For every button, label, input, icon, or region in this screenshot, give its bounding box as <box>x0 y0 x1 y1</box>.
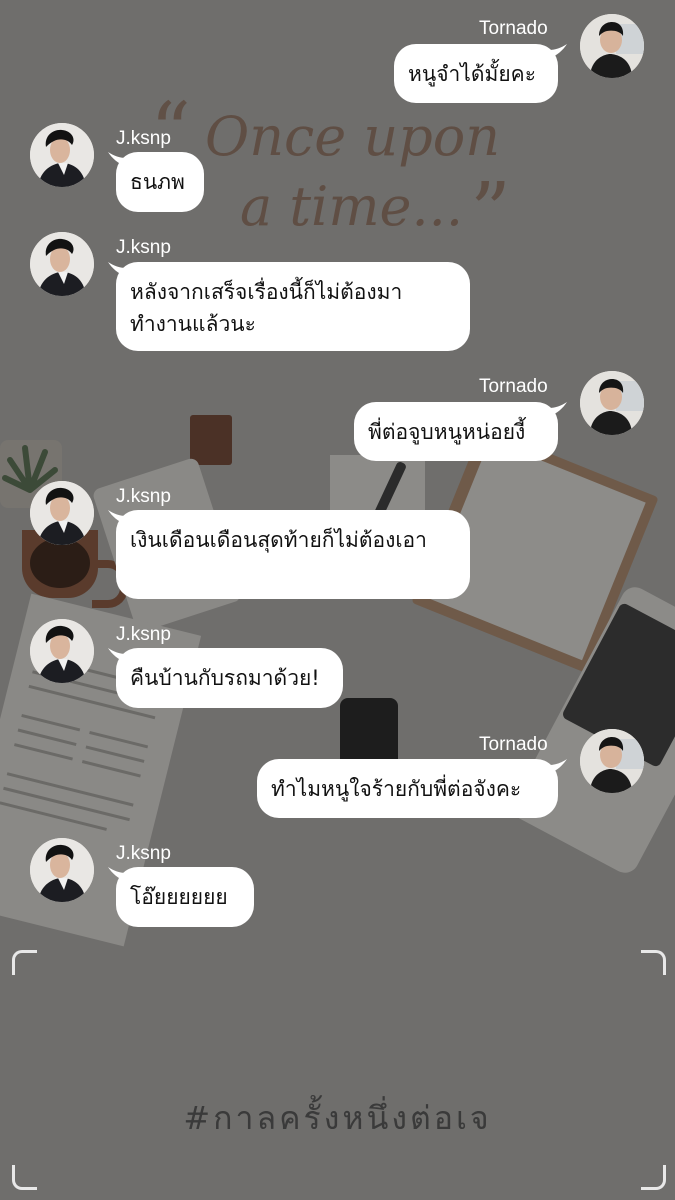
sender-name: J.ksnp <box>116 128 171 149</box>
avatar-jksnp[interactable] <box>30 619 94 683</box>
chat-screen: “ Once upon a time... ” Tornado หนูจำได้… <box>0 0 675 1200</box>
avatar-tornado[interactable] <box>580 14 644 78</box>
sender-name: J.ksnp <box>116 237 171 258</box>
avatar-jksnp[interactable] <box>30 123 94 187</box>
coffee <box>30 538 90 588</box>
sender-name: Tornado <box>479 734 548 755</box>
avatar-jksnp[interactable] <box>30 481 94 545</box>
message-bubble[interactable]: ธนภพ <box>116 152 204 212</box>
message-bubble[interactable]: หลังจากเสร็จเรื่องนี้ก็ไม่ต้องมาทำงานแล้… <box>116 262 470 351</box>
frame-corner-top-left <box>12 950 37 975</box>
quote-line-2: a time... <box>240 175 463 238</box>
message-bubble[interactable]: โอ๊ยยยยยย <box>116 867 254 927</box>
frame-corner-top-right <box>641 950 666 975</box>
background-scene: “ Once upon a time... ” <box>0 0 675 1200</box>
sender-name: Tornado <box>479 376 548 397</box>
sender-name: Tornado <box>479 18 548 39</box>
wood-block <box>190 415 232 465</box>
hashtag-caption[interactable]: #กาลครั้งหนึ่งต่อเจ <box>0 1093 675 1144</box>
avatar-jksnp[interactable] <box>30 232 94 296</box>
frame-corner-bottom-left <box>12 1165 37 1190</box>
avatar-tornado[interactable] <box>580 729 644 793</box>
message-bubble[interactable]: ทำไมหนูใจร้ายกับพี่ต่อจังคะ <box>257 759 558 818</box>
sender-name: J.ksnp <box>116 624 171 645</box>
avatar-jksnp[interactable] <box>30 838 94 902</box>
avatar-tornado[interactable] <box>580 371 644 435</box>
message-bubble[interactable]: คืนบ้านกับรถมาด้วย! <box>116 648 343 708</box>
quote-line-1: Once upon <box>205 105 501 168</box>
message-bubble[interactable]: หนูจำได้มั้ยคะ <box>394 44 558 103</box>
message-bubble[interactable]: เงินเดือนเดือนสุดท้ายก็ไม่ต้องเอา <box>116 510 470 599</box>
sender-name: J.ksnp <box>116 843 171 864</box>
quote-close-mark: ” <box>470 165 511 258</box>
message-bubble[interactable]: พี่ต่อจูบหนูหน่อยงี้ <box>354 402 558 461</box>
sender-name: J.ksnp <box>116 486 171 507</box>
frame-corner-bottom-right <box>641 1165 666 1190</box>
quote-artwork: “ Once upon a time... ” <box>150 85 550 258</box>
